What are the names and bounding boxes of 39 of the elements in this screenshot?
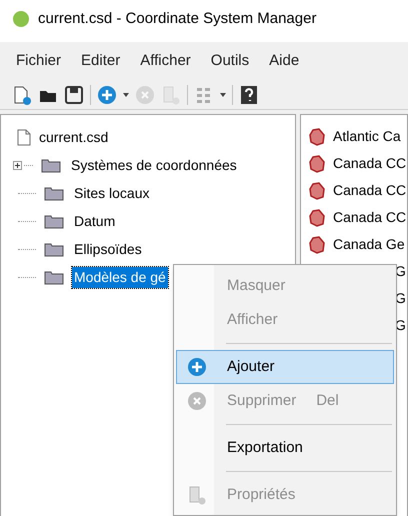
plus-circle-icon[interactable]	[97, 84, 117, 104]
menu-item[interactable]: Outils	[210, 50, 250, 72]
plus-circle-icon	[187, 357, 207, 377]
folder-icon	[41, 157, 61, 173]
tree-item[interactable]: Ellipsoïdes	[72, 238, 144, 260]
folder-icon	[44, 213, 64, 229]
list-item[interactable]: Canada CC	[333, 153, 406, 174]
region-icon	[309, 128, 325, 146]
x-circle-icon	[187, 391, 207, 411]
new-document-icon[interactable]	[12, 84, 32, 104]
menu-item[interactable]: Aide	[269, 50, 300, 72]
list-item[interactable]: Canada CC	[333, 207, 406, 228]
menu-item[interactable]: Fichier	[16, 50, 62, 72]
help-icon[interactable]	[239, 84, 259, 104]
expand-toggle[interactable]	[13, 160, 22, 170]
caret-icon[interactable]	[123, 92, 129, 96]
region-icon	[309, 208, 325, 226]
list-item[interactable]: Atlantic Ca	[333, 126, 401, 147]
list-item[interactable]: Canada Ge	[333, 234, 405, 255]
tree-item[interactable]: Systèmes de coordonnées	[69, 154, 239, 176]
menu-item[interactable]: Exportation	[176, 431, 394, 465]
caret-icon[interactable]	[220, 92, 226, 96]
document-icon	[17, 128, 31, 146]
tree-item[interactable]: current.csd	[39, 126, 108, 148]
app-icon	[12, 10, 30, 28]
region-icon	[309, 154, 325, 172]
folder-icon	[44, 269, 64, 285]
menu-item[interactable]: Editer	[81, 50, 120, 72]
tree-item[interactable]: Sites locaux	[72, 182, 152, 204]
tree-item[interactable]: Datum	[72, 210, 118, 232]
folder-icon	[44, 185, 64, 201]
folder-icon	[44, 241, 64, 257]
menu-item[interactable]: Ajouter	[176, 350, 394, 384]
tree-item[interactable]: Modèles de gé	[72, 266, 168, 288]
window-title: current.csd - Coordinate System Manager	[38, 8, 316, 29]
menu-item[interactable]: Afficher	[140, 50, 191, 72]
list-item[interactable]: Canada CC	[333, 180, 406, 201]
region-icon	[309, 182, 325, 200]
region-icon	[309, 236, 325, 254]
